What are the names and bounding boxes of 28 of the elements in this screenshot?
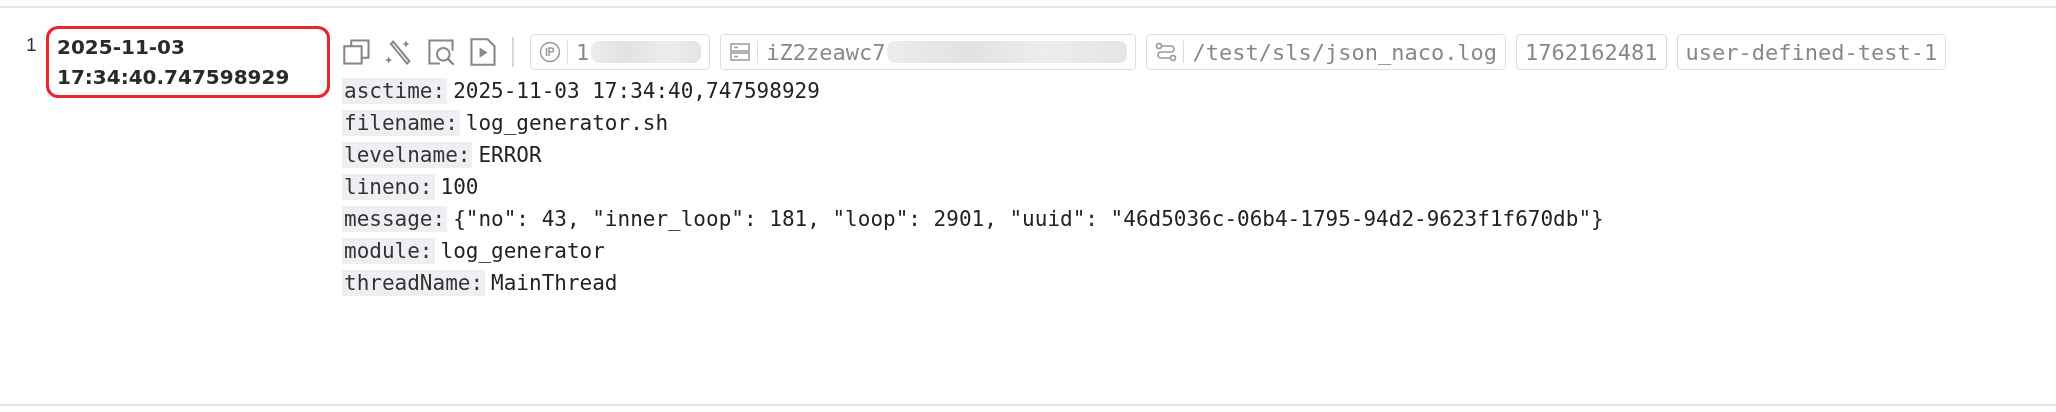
ip-icon: [539, 41, 561, 63]
row-number: 1: [26, 33, 38, 57]
play-document-icon[interactable]: [468, 37, 498, 67]
field-value: {"no": 43, "inner_loop": 181, "loop": 2901, "uuid": "46d5036c-06b4-1795-94d2-9623f1f670db"}: [453, 206, 1604, 231]
path-icon: [1155, 41, 1178, 63]
field-value: ERROR: [478, 142, 542, 167]
magic-wand-icon[interactable]: [384, 37, 414, 67]
server-icon: [729, 41, 752, 63]
field-value: 100: [440, 174, 479, 199]
field-value: log_generator.sh: [465, 110, 669, 135]
search-document-icon[interactable]: [426, 37, 456, 67]
field-key: filename:: [342, 109, 460, 136]
field-key: threadName:: [342, 269, 486, 296]
field-value: log_generator: [440, 238, 605, 263]
field-key: asctime:: [342, 77, 448, 104]
field-key: lineno:: [342, 173, 435, 200]
tag-text: 1: [576, 39, 590, 65]
tag-text: user-defined-test-1: [1685, 39, 1938, 65]
field-key: message:: [342, 205, 448, 232]
tag-text: /test/sls/json_naco.log: [1192, 39, 1498, 65]
field-value: MainThread: [491, 270, 618, 295]
timestamp: 2025-11-03 17:34:40.747598929: [46, 26, 330, 98]
field-value: 2025-11-03 17:34:40,747598929: [453, 78, 820, 103]
field-key: module:: [342, 237, 435, 264]
field-key: levelname:: [342, 141, 473, 168]
copy-icon[interactable]: [342, 37, 372, 67]
tag-text: 1762162481: [1525, 39, 1658, 65]
tag-text: iZ2zeawc7: [766, 39, 886, 65]
